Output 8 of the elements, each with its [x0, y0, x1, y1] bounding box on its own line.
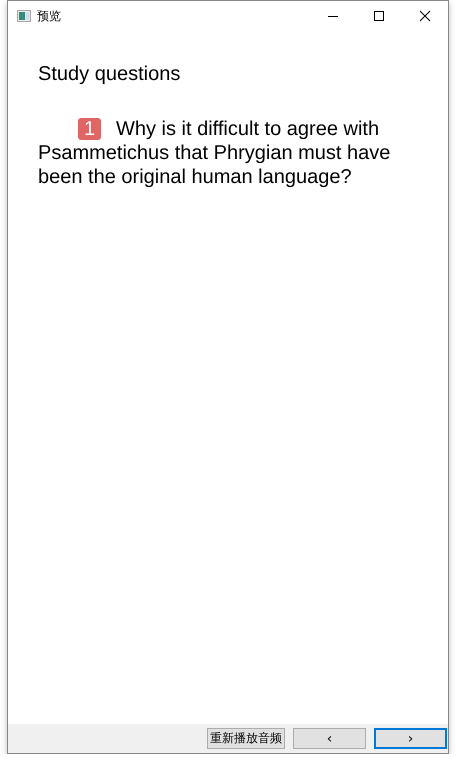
window-title: 预览 [37, 8, 62, 24]
replay-audio-button[interactable]: 重新播放音频 [207, 728, 285, 749]
app-icon [17, 10, 31, 22]
nav-button[interactable]: ‹ [293, 728, 366, 749]
section-heading: Study questions [38, 63, 180, 86]
question-number: 1 [78, 118, 101, 140]
nav-button[interactable]: › [374, 728, 447, 749]
question-text: 1 Why is it difficult to agree with Psammetichus that Phrygian must have been the original human language? [38, 117, 392, 189]
